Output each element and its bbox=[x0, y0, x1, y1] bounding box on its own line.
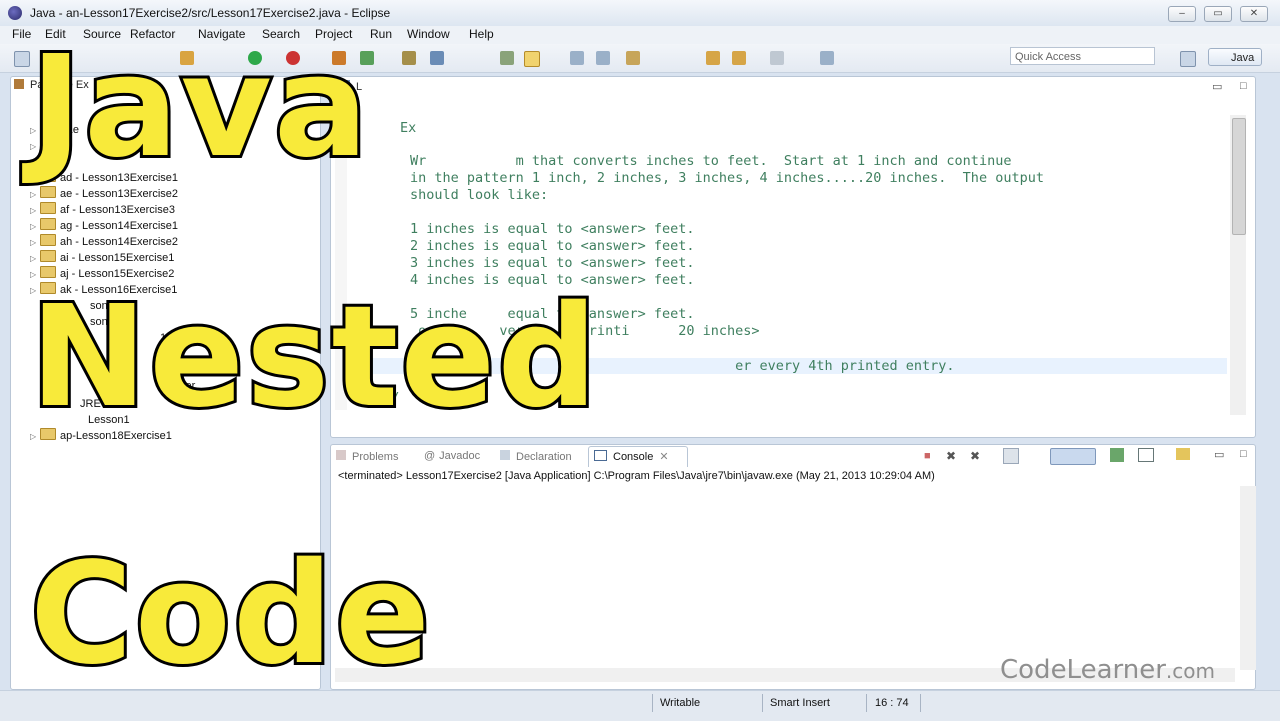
tab-javadoc[interactable]: @ Javadoc bbox=[424, 450, 480, 462]
menu-run[interactable]: Run bbox=[370, 27, 392, 41]
problems-icon bbox=[336, 450, 346, 460]
javadoc-icon: @ bbox=[424, 450, 436, 462]
annotation-icon[interactable] bbox=[500, 51, 514, 65]
console-vertical-scrollbar[interactable] bbox=[1240, 486, 1256, 670]
search-icon[interactable] bbox=[430, 51, 444, 65]
watermark-suffix: .com bbox=[1165, 659, 1215, 683]
mark-occurrences-icon[interactable] bbox=[524, 51, 540, 67]
close-button[interactable]: ✕ bbox=[1240, 6, 1268, 22]
status-cursor-position: 16 : 74 bbox=[875, 697, 909, 709]
editor-scroll-thumb[interactable] bbox=[1232, 118, 1246, 235]
tree-row[interactable]: ▷ af - Lesson13Exercise3 bbox=[30, 202, 175, 218]
window-title: Java - an-Lesson17Exercise2/src/Lesson17… bbox=[30, 6, 391, 20]
status-divider bbox=[920, 694, 921, 712]
codelearner-watermark: CodeLearner.com bbox=[1000, 655, 1215, 685]
tree-row[interactable]: ▷ ai - Lesson15Exercise1 bbox=[30, 250, 174, 266]
project-folder-icon bbox=[40, 234, 56, 246]
new-icon[interactable] bbox=[14, 51, 30, 67]
java-perspective-button[interactable]: Java bbox=[1208, 48, 1262, 66]
quick-access-input[interactable]: Quick Access bbox=[1010, 47, 1155, 65]
code-line: in the pattern 1 inch, 2 inches, 3 inche… bbox=[410, 170, 1044, 186]
status-insert-mode: Smart Insert bbox=[770, 697, 830, 709]
project-folder-icon bbox=[40, 202, 56, 214]
overlay-title-java: Java bbox=[27, 26, 371, 189]
back-dropdown-icon[interactable] bbox=[732, 51, 746, 65]
close-icon: ✕ bbox=[659, 451, 669, 463]
next-annotation-icon[interactable] bbox=[626, 51, 640, 65]
console-minimize-icon[interactable]: ▭ bbox=[1214, 448, 1224, 461]
overlay-title-nested: Nested bbox=[27, 276, 601, 439]
open-perspective-icon[interactable] bbox=[1180, 51, 1196, 67]
show-whitespace-icon[interactable] bbox=[596, 51, 610, 65]
open-type-icon[interactable] bbox=[402, 51, 416, 65]
eclipse-logo-icon bbox=[8, 6, 22, 20]
terminate-icon[interactable]: ■ bbox=[924, 450, 931, 462]
console-icon bbox=[594, 450, 607, 461]
code-line: Wr m that converts inches to feet. Start… bbox=[410, 153, 1012, 169]
code-line: Ex bbox=[400, 120, 417, 136]
watermark-text: CodeLearner bbox=[1000, 655, 1166, 685]
code-line: 2 inches is equal to <answer> feet. bbox=[410, 238, 695, 254]
menu-window[interactable]: Window bbox=[407, 27, 450, 41]
menu-help[interactable]: Help bbox=[469, 27, 494, 41]
editor-minimize-icon[interactable]: ▭ bbox=[1212, 80, 1222, 93]
maximize-button[interactable]: ▭ bbox=[1204, 6, 1232, 22]
clear-console-icon[interactable] bbox=[1003, 448, 1019, 464]
display-console-icon[interactable] bbox=[1138, 448, 1154, 462]
status-divider bbox=[866, 694, 867, 712]
scroll-lock-icon[interactable] bbox=[1050, 448, 1096, 465]
pin-console-icon[interactable] bbox=[1110, 448, 1124, 462]
project-folder-icon bbox=[40, 250, 56, 262]
project-folder-icon bbox=[40, 218, 56, 230]
code-line: should look like: bbox=[410, 187, 549, 203]
back-icon[interactable] bbox=[706, 51, 720, 65]
remove-launch-icon[interactable]: ✖ bbox=[946, 449, 956, 463]
block-selection-icon[interactable] bbox=[570, 51, 584, 65]
status-writable: Writable bbox=[660, 697, 701, 709]
console-status-line: <terminated> Lesson17Exercise2 [Java App… bbox=[338, 470, 935, 482]
tree-row[interactable]: ▷ ah - Lesson14Exercise2 bbox=[30, 234, 178, 250]
tab-declaration[interactable]: Declaration bbox=[500, 450, 572, 463]
overlay-title-code: Code bbox=[27, 533, 433, 696]
minimize-button[interactable]: – bbox=[1168, 6, 1196, 22]
pin-editor-icon[interactable] bbox=[820, 51, 834, 65]
window-titlebar: Java - an-Lesson17Exercise2/src/Lesson17… bbox=[0, 0, 1280, 27]
declaration-icon bbox=[500, 450, 510, 460]
status-divider bbox=[762, 694, 763, 712]
remove-all-icon[interactable]: ✖ bbox=[970, 449, 980, 463]
package-explorer-icon bbox=[14, 79, 24, 89]
tab-problems[interactable]: Problems bbox=[336, 450, 398, 463]
tab-console[interactable]: Console ✕ bbox=[594, 450, 669, 463]
forward-icon[interactable] bbox=[770, 51, 784, 65]
tree-row[interactable]: ▷ ag - Lesson14Exercise1 bbox=[30, 218, 178, 234]
code-line: 1 inches is equal to <answer> feet. bbox=[410, 221, 695, 237]
open-console-icon[interactable] bbox=[1176, 448, 1190, 460]
code-line: 3 inches is equal to <answer> feet. bbox=[410, 255, 695, 271]
menu-file[interactable]: File bbox=[12, 27, 31, 41]
console-maximize-icon[interactable]: □ bbox=[1240, 448, 1247, 460]
editor-maximize-icon[interactable]: □ bbox=[1240, 80, 1247, 92]
status-divider bbox=[652, 694, 653, 712]
